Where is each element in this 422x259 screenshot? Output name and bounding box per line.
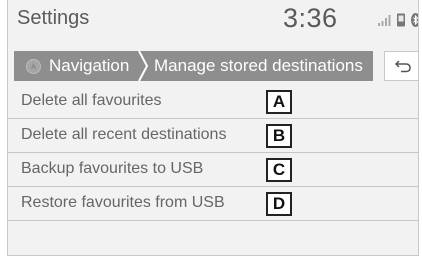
menu-item-label: Delete all favourites: [21, 92, 162, 109]
menu-item-delete-all-recent-destinations[interactable]: Delete all recent destinations B: [8, 119, 418, 153]
menu-item-label: Delete all recent destinations: [21, 126, 227, 143]
menu-item-backup-favourites-to-usb[interactable]: Backup favourites to USB C: [8, 153, 418, 187]
breadcrumb-separator: [138, 51, 148, 81]
status-bar: Settings 3:36: [8, 0, 418, 38]
phone-icon: [397, 13, 405, 27]
navigation-icon: [26, 58, 41, 74]
screen-title: Settings: [17, 7, 90, 29]
menu-item-label: Restore favourites from USB: [21, 194, 225, 211]
breadcrumb-parent-label: Navigation: [49, 56, 130, 75]
callout-label: C: [266, 158, 292, 182]
breadcrumb: Navigation Manage stored destinations: [14, 51, 373, 81]
menu-item-label: Backup favourites to USB: [21, 160, 204, 177]
breadcrumb-current-label: Manage stored destinations: [154, 56, 363, 75]
bluetooth-icon: [411, 13, 418, 27]
signal-icon: [378, 15, 391, 26]
callout-label: B: [266, 124, 292, 148]
clock: 3:36: [283, 3, 338, 33]
menu-list: Delete all favourites A Delete all recen…: [8, 85, 418, 221]
back-button[interactable]: [384, 51, 418, 81]
menu-item-restore-favourites-from-usb[interactable]: Restore favourites from USB D: [8, 187, 418, 221]
breadcrumb-navigation[interactable]: Navigation: [14, 51, 140, 81]
status-icons: [378, 13, 418, 29]
back-arrow-icon: [394, 60, 411, 73]
callout-label: A: [266, 90, 292, 114]
menu-item-delete-all-favourites[interactable]: Delete all favourites A: [8, 85, 418, 119]
settings-screen: Settings 3:36 Navigation Manage stored d…: [7, 0, 419, 256]
callout-label: D: [266, 192, 292, 216]
